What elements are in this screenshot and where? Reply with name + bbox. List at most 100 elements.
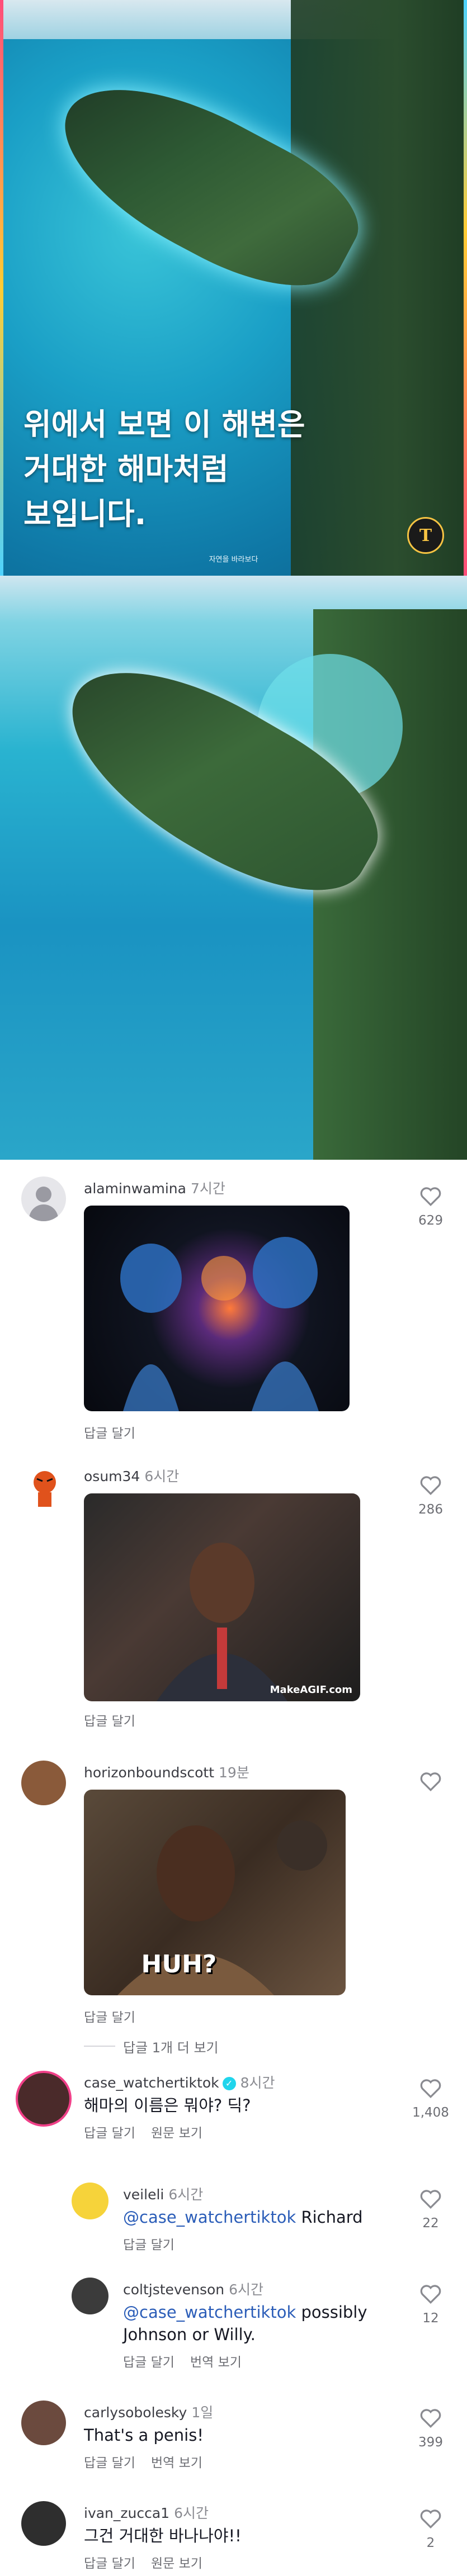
tiger-icon (34, 1471, 56, 1507)
reply-button[interactable]: 답글 달기 (84, 2556, 135, 2571)
comment-text: @case_watchertiktok possibly Johnson or W… (123, 2301, 403, 2346)
channel-logo: T (407, 517, 444, 554)
timestamp: 19분 (219, 1764, 249, 1781)
timestamp: 1일 (191, 2404, 214, 2421)
reply-button[interactable]: 답글 달기 (84, 2456, 135, 2470)
comment-header: case_watchertiktok ✓ 8시간 (84, 2072, 275, 2092)
reply-button[interactable]: 답글 달기 (84, 2006, 135, 2025)
comment-header: coltjstevenson 6시간 (123, 2279, 263, 2299)
comment-body: Richard (296, 2208, 363, 2227)
comment-text: That's a penis! (84, 2426, 204, 2445)
user-avatar[interactable] (72, 2278, 109, 2314)
video-subcaption: 자연을 바라보다 (209, 556, 258, 564)
heart-icon[interactable] (419, 2408, 442, 2428)
glow-edge-left (0, 0, 3, 576)
caption-line-3: 보입니다. (23, 496, 147, 532)
comment-gif[interactable]: HUH? (84, 1790, 346, 1995)
heart-icon[interactable] (419, 1772, 442, 1792)
timestamp: 6시간 (168, 2186, 204, 2203)
username[interactable]: alaminwamina (84, 1180, 186, 1197)
timestamp: 8시간 (240, 2075, 275, 2091)
user-avatar[interactable] (21, 2401, 66, 2445)
reply-button[interactable]: 답글 달기 (84, 1710, 135, 1729)
comment-text: @case_watchertiktok Richard (123, 2206, 363, 2228)
caption-line-2: 거대한 해마처럼 (23, 452, 229, 487)
comment-header: osum34 6시간 (84, 1465, 179, 1486)
reply-actions: 답글 달기 번역 보기 (123, 2351, 242, 2370)
heart-icon[interactable] (419, 1187, 442, 1207)
reply-item: coltjstevenson 6시간 @case_watchertiktok po… (0, 2266, 467, 2378)
comment-gif[interactable] (84, 1206, 350, 1411)
user-avatar[interactable] (72, 2183, 109, 2219)
user-avatar[interactable] (16, 2071, 72, 2127)
reply-button[interactable]: 답글 달기 (123, 2234, 174, 2253)
username[interactable]: coltjstevenson (123, 2281, 224, 2298)
reply-button[interactable]: 답글 달기 (123, 2355, 174, 2370)
heart-icon[interactable] (419, 2509, 442, 2529)
comment-item: ivan_zucca1 6시간 그건 거대한 바나나야!! 답글 달기 원문 보기 … (0, 2490, 467, 2576)
comment-item: alaminwamina 7시간 답글 달기 629 (0, 1160, 467, 1450)
heart-icon[interactable] (419, 2189, 442, 2209)
username[interactable]: veileli (123, 2186, 164, 2203)
glow-edge-right (464, 0, 467, 576)
see-translation-button[interactable]: 번역 보기 (190, 2355, 242, 2370)
like-count: 22 (422, 2216, 439, 2231)
gif-caption: HUH? (141, 1950, 217, 1979)
heart-icon[interactable] (419, 2079, 442, 2099)
like-count: 12 (422, 2311, 439, 2326)
like-count: 2 (426, 2536, 435, 2550)
username[interactable]: ivan_zucca1 (84, 2505, 169, 2521)
reply-button[interactable]: 답글 달기 (84, 2126, 135, 2141)
heart-icon[interactable] (419, 2284, 442, 2304)
tiger-avatar[interactable] (22, 1464, 67, 1509)
mention-link[interactable]: @case_watchertiktok (123, 2208, 296, 2227)
username[interactable]: case_watchertiktok (84, 2075, 219, 2091)
like-count: 286 (418, 1502, 443, 1517)
reply-actions: 답글 달기 번역 보기 (84, 2452, 202, 2471)
comment-header: horizonboundscott 19분 (84, 1762, 249, 1782)
gif-watermark: MakeAGIF.com (270, 1684, 352, 1696)
comment-text: 해마의 이름은 뭐야? 딕? (84, 2096, 251, 2115)
timestamp: 6시간 (229, 2281, 264, 2298)
see-original-button[interactable]: 원문 보기 (151, 2126, 202, 2141)
comment-header: carlysobolesky 1일 (84, 2402, 213, 2422)
like-count: 629 (418, 1213, 443, 1228)
reply-actions: 답글 달기 원문 보기 (84, 2122, 202, 2141)
heart-icon[interactable] (419, 1476, 442, 1496)
timestamp: 6시간 (144, 1468, 180, 1484)
comment-item: case_watchertiktok ✓ 8시간 해마의 이름은 뭐야? 딕? 답글… (0, 2065, 467, 2166)
comment-header: veileli 6시간 (123, 2184, 203, 2204)
verified-icon: ✓ (222, 2077, 236, 2090)
comment-item: carlysobolesky 1일 That's a penis! 답글 달기 번역… (0, 2389, 467, 2490)
user-avatar[interactable] (21, 2501, 66, 2546)
comment-item: horizonboundscott 19분 HUH? 답글 달기 (0, 1744, 467, 2034)
comment-text: 그건 거대한 바나나야!! (84, 2526, 242, 2545)
comment-item: osum34 6시간 MakeAGIF.com 답글 달기 286 (0, 1453, 467, 1744)
shocked-man-image (157, 1543, 287, 1701)
comment-gif[interactable]: MakeAGIF.com (84, 1493, 360, 1701)
default-avatar-icon[interactable] (21, 1176, 66, 1221)
reply-button[interactable]: 답글 달기 (84, 1422, 135, 1441)
see-translation-button[interactable]: 번역 보기 (151, 2456, 202, 2470)
timestamp: 7시간 (190, 1180, 225, 1197)
user-avatar[interactable] (21, 1761, 66, 1805)
video-caption: 위에서 보면 이 해변은 거대한 해마처럼 보입니다. (23, 402, 337, 537)
see-original-button[interactable]: 원문 보기 (151, 2556, 202, 2571)
divider (84, 2046, 115, 2047)
username[interactable]: osum34 (84, 1468, 140, 1484)
view-more-replies[interactable]: 답글 1개 더 보기 (123, 2037, 219, 2056)
aerial-photo (0, 576, 467, 1160)
timestamp: 6시간 (174, 2505, 209, 2521)
video-frame-top: 위에서 보면 이 해변은 거대한 해마처럼 보입니다. T 자연을 바라보다 (0, 0, 467, 576)
caption-line-1: 위에서 보면 이 해변은 (23, 407, 305, 442)
reply-actions: 답글 달기 원문 보기 (84, 2553, 202, 2572)
like-count: 1,408 (412, 2105, 449, 2120)
like-count: 399 (418, 2435, 443, 2450)
galaxy-brain-image (120, 1237, 319, 1411)
comment-body: possibly (296, 2303, 367, 2322)
reply-item: veileli 6시간 @case_watchertiktok Richard 답… (0, 2171, 467, 2255)
mention-link[interactable]: @case_watchertiktok (123, 2303, 296, 2322)
comment-header: ivan_zucca1 6시간 (84, 2502, 209, 2522)
username[interactable]: carlysobolesky (84, 2404, 187, 2421)
username[interactable]: horizonboundscott (84, 1764, 214, 1781)
